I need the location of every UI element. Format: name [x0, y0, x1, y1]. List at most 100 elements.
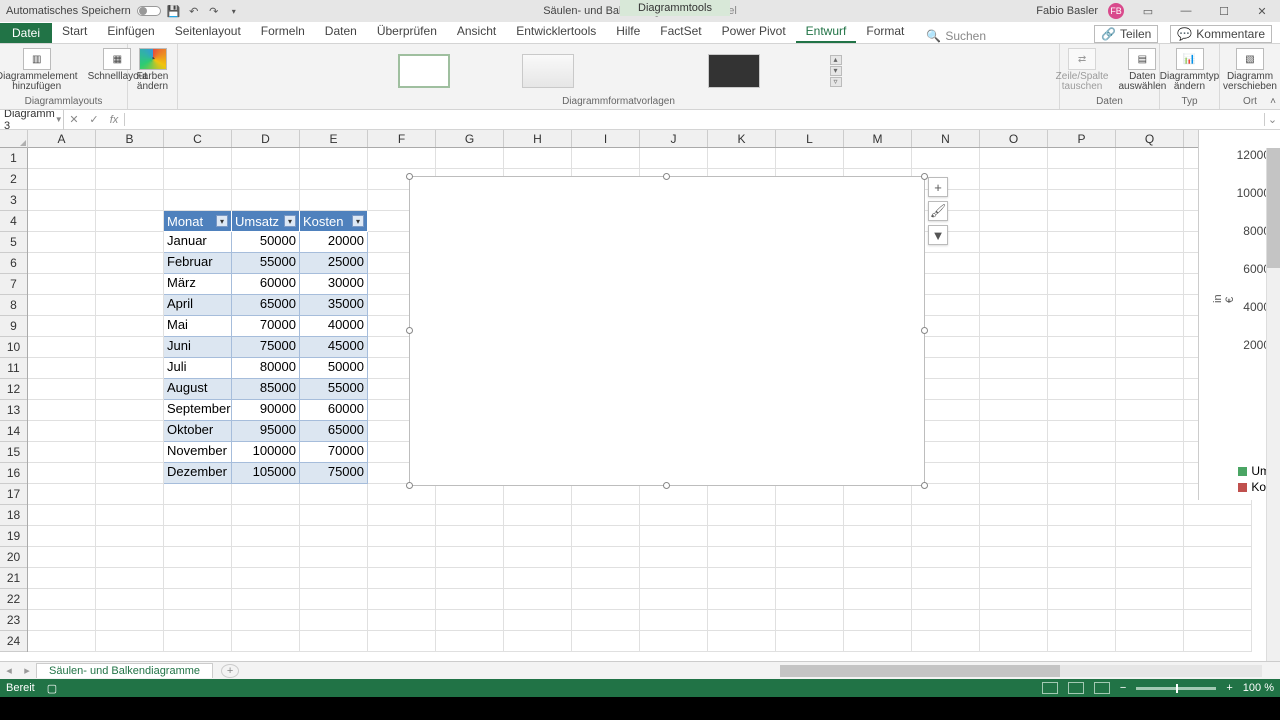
search-box[interactable]: 🔍 Suchen	[926, 29, 986, 43]
switch-row-column-button[interactable]: ⇄Zeile/Spalte tauschen	[1052, 46, 1112, 94]
cell[interactable]	[28, 505, 96, 526]
filter-icon[interactable]: ▾	[352, 215, 364, 227]
table-cell[interactable]: 30000	[300, 274, 368, 295]
cell[interactable]	[708, 526, 776, 547]
cell[interactable]	[980, 211, 1048, 232]
cell[interactable]	[980, 547, 1048, 568]
chart-object[interactable]: + 🖌 ▼	[409, 176, 925, 486]
cell[interactable]	[1184, 631, 1252, 652]
cell[interactable]	[96, 631, 164, 652]
cell[interactable]	[504, 610, 572, 631]
cell[interactable]	[1048, 295, 1116, 316]
tab-formeln[interactable]: Formeln	[251, 21, 315, 43]
column-header[interactable]: M	[844, 130, 912, 147]
cell[interactable]	[1048, 169, 1116, 190]
cell[interactable]	[1048, 253, 1116, 274]
column-header[interactable]: L	[776, 130, 844, 147]
cell[interactable]	[436, 589, 504, 610]
cell[interactable]	[1116, 316, 1184, 337]
comments-button[interactable]: 💬Kommentare	[1170, 25, 1272, 43]
cell[interactable]	[912, 526, 980, 547]
zoom-in-icon[interactable]: +	[1226, 682, 1232, 694]
cell[interactable]	[912, 505, 980, 526]
cell[interactable]	[980, 484, 1048, 505]
cell[interactable]	[1048, 442, 1116, 463]
cell[interactable]	[96, 568, 164, 589]
cell[interactable]	[436, 484, 504, 505]
fx-icon[interactable]: fx	[104, 114, 124, 126]
cell[interactable]	[300, 568, 368, 589]
cell[interactable]	[96, 190, 164, 211]
cell[interactable]	[436, 505, 504, 526]
cell[interactable]	[96, 442, 164, 463]
zoom-slider[interactable]	[1136, 687, 1216, 690]
cell[interactable]	[776, 547, 844, 568]
tab-file[interactable]: Datei	[0, 23, 52, 43]
column-header[interactable]: C	[164, 130, 232, 147]
row-header[interactable]: 24	[0, 631, 27, 652]
column-header[interactable]: Q	[1116, 130, 1184, 147]
cell[interactable]	[1116, 505, 1184, 526]
chart-style-6[interactable]	[708, 54, 760, 88]
cell[interactable]	[368, 148, 436, 169]
column-header[interactable]: N	[912, 130, 980, 147]
cell[interactable]	[1116, 379, 1184, 400]
cell[interactable]	[572, 589, 640, 610]
row-header[interactable]: 16	[0, 463, 27, 484]
table-cell[interactable]: Januar	[164, 232, 232, 253]
cell[interactable]	[300, 505, 368, 526]
cell[interactable]	[1048, 505, 1116, 526]
row-header[interactable]: 22	[0, 589, 27, 610]
row-header[interactable]: 20	[0, 547, 27, 568]
column-header[interactable]: G	[436, 130, 504, 147]
table-cell[interactable]: 105000	[232, 463, 300, 484]
cell[interactable]	[1116, 169, 1184, 190]
select-all-corner[interactable]	[0, 130, 28, 148]
row-header[interactable]: 3	[0, 190, 27, 211]
cell[interactable]	[28, 547, 96, 568]
resize-handle[interactable]	[406, 327, 413, 334]
cell[interactable]	[504, 148, 572, 169]
cell[interactable]	[640, 568, 708, 589]
cell[interactable]	[1048, 316, 1116, 337]
cell[interactable]	[28, 211, 96, 232]
tab-hilfe[interactable]: Hilfe	[606, 21, 650, 43]
cell[interactable]	[1116, 190, 1184, 211]
cell[interactable]	[572, 610, 640, 631]
table-cell[interactable]: 55000	[300, 379, 368, 400]
cell[interactable]	[980, 169, 1048, 190]
share-button[interactable]: 🔗Teilen	[1094, 25, 1158, 43]
cell[interactable]	[1048, 610, 1116, 631]
table-cell[interactable]: Dezember	[164, 463, 232, 484]
cell[interactable]	[1116, 442, 1184, 463]
cell[interactable]	[708, 568, 776, 589]
cell[interactable]	[776, 484, 844, 505]
row-header[interactable]: 23	[0, 610, 27, 631]
table-cell[interactable]: 65000	[232, 295, 300, 316]
cell[interactable]	[300, 547, 368, 568]
cell[interactable]	[368, 526, 436, 547]
cell[interactable]	[96, 463, 164, 484]
tab-entwurf[interactable]: Entwurf	[796, 21, 857, 43]
cell[interactable]	[96, 337, 164, 358]
change-chart-type-button[interactable]: 📊Diagrammtyp ändern	[1158, 46, 1221, 94]
table-cell[interactable]: 90000	[232, 400, 300, 421]
cell[interactable]	[28, 274, 96, 295]
cell[interactable]	[96, 316, 164, 337]
cell[interactable]	[980, 589, 1048, 610]
cell[interactable]	[844, 589, 912, 610]
row-header[interactable]: 21	[0, 568, 27, 589]
cell[interactable]	[1048, 190, 1116, 211]
cell[interactable]	[504, 484, 572, 505]
row-header[interactable]: 19	[0, 526, 27, 547]
cell[interactable]	[232, 568, 300, 589]
cell[interactable]	[1116, 631, 1184, 652]
cell[interactable]	[96, 253, 164, 274]
cell[interactable]	[300, 610, 368, 631]
autosave-toggle[interactable]	[137, 6, 161, 16]
cell[interactable]	[640, 547, 708, 568]
table-cell[interactable]: 85000	[232, 379, 300, 400]
cell[interactable]	[572, 148, 640, 169]
row-header[interactable]: 18	[0, 505, 27, 526]
cell[interactable]	[640, 148, 708, 169]
